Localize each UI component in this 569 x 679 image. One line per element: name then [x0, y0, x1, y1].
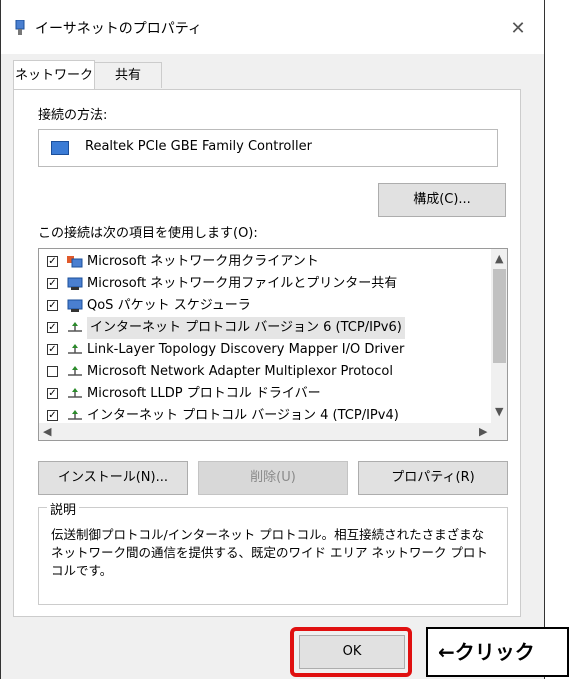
checkbox[interactable]: ✓ [47, 388, 58, 399]
network-adapter-icon [15, 20, 25, 35]
scroll-down-icon[interactable]: ▼ [495, 405, 503, 418]
uninstall-button: 削除(U) [198, 461, 348, 495]
tab-strip: ネットワーク 共有 [1, 60, 544, 90]
checkbox[interactable]: ✓ [47, 278, 58, 289]
items-label: この接続は次の項目を使用します(O): [38, 226, 258, 241]
list-item[interactable]: ✓ QoS パケット スケジューラ [39, 295, 491, 317]
protocol-icon [68, 344, 82, 354]
list-item-label: インターネット プロトコル バージョン 6 (TCP/IPv6) [87, 317, 405, 339]
list-item-label: QoS パケット スケジューラ [87, 298, 251, 313]
protocol-icon [68, 366, 82, 376]
scroll-up-icon[interactable]: ▲ [495, 252, 503, 265]
horizontal-scrollbar[interactable]: ◀ ▶ [39, 423, 507, 440]
tab-panel: 接続の方法: Realtek PCIe GBE Family Controlle… [13, 89, 521, 617]
service-icon [67, 277, 83, 290]
close-button[interactable]: ✕ [503, 14, 533, 44]
checkbox[interactable]: ✓ [47, 344, 58, 355]
list-item[interactable]: ✓ Link-Layer Topology Discovery Mapper I/… [39, 339, 491, 361]
protocol-icon [68, 410, 82, 420]
description-group: 説明 伝送制御プロトコル/インターネット プロトコル。相互接続されたさまざまなネ… [38, 499, 508, 605]
items-list[interactable]: ✓ Microsoft ネットワーク用クライアント ✓ Microsoft ネットワー… [38, 248, 508, 441]
connect-using-label: 接続の方法: [38, 108, 108, 123]
list-item[interactable]: ✓ Microsoft ネットワーク用クライアント [39, 251, 491, 273]
scroll-right-icon[interactable]: ▶ [479, 425, 487, 438]
list-item-label: Link-Layer Topology Discovery Mapper I/O… [87, 342, 405, 357]
description-legend: 説明 [47, 499, 80, 518]
tab-network[interactable]: ネットワーク [13, 60, 95, 90]
scroll-left-icon[interactable]: ◀ [43, 425, 51, 438]
vertical-scrollbar[interactable]: ▲ ▼ [491, 249, 507, 423]
description-text: 伝送制御プロトコル/インターネット プロトコル。相互接続されたさまざまなネットワ… [51, 527, 488, 578]
network-adapter-icon [51, 141, 69, 155]
protocol-icon [68, 322, 82, 332]
checkbox[interactable]: ✓ [47, 256, 58, 267]
configure-button[interactable]: 構成(C)... [378, 183, 506, 217]
protocol-icon [68, 388, 82, 398]
adapter-name: Realtek PCIe GBE Family Controller [85, 139, 312, 154]
list-item-label: Microsoft Network Adapter Multiplexor Pr… [87, 364, 393, 379]
checkbox[interactable]: ✓ [47, 300, 58, 311]
list-item-label: Microsoft ネットワーク用ファイルとプリンター共有 [87, 276, 398, 291]
click-callout: ←クリック [426, 627, 569, 677]
checkbox[interactable] [47, 366, 58, 377]
title-bar: イーサネットのプロパティ ✕ [1, 0, 544, 54]
properties-dialog: イーサネットのプロパティ ✕ ネットワーク 共有 接続の方法: Realtek … [0, 0, 545, 679]
checkbox[interactable]: ✓ [47, 322, 58, 333]
list-item[interactable]: ✓ Microsoft ネットワーク用ファイルとプリンター共有 [39, 273, 491, 295]
properties-button[interactable]: プロパティ(R) [358, 461, 508, 495]
list-item[interactable]: ✓ Microsoft LLDP プロトコル ドライバー [39, 383, 491, 405]
list-item-label: Microsoft ネットワーク用クライアント [87, 254, 319, 269]
ok-highlight-box [290, 627, 412, 677]
list-item-label: Microsoft LLDP プロトコル ドライバー [87, 386, 321, 401]
service-icon [67, 299, 83, 312]
scroll-thumb[interactable] [493, 269, 506, 363]
list-item[interactable]: ✓ インターネット プロトコル バージョン 6 (TCP/IPv6) [39, 317, 491, 339]
checkbox[interactable]: ✓ [47, 410, 58, 421]
tab-sharing[interactable]: 共有 [95, 62, 162, 88]
window-title: イーサネットのプロパティ [35, 21, 202, 37]
list-item[interactable]: Microsoft Network Adapter Multiplexor Pr… [39, 361, 491, 383]
client-icon [67, 256, 83, 268]
adapter-field: Realtek PCIe GBE Family Controller [38, 129, 498, 167]
install-button[interactable]: インストール(N)... [38, 461, 188, 495]
